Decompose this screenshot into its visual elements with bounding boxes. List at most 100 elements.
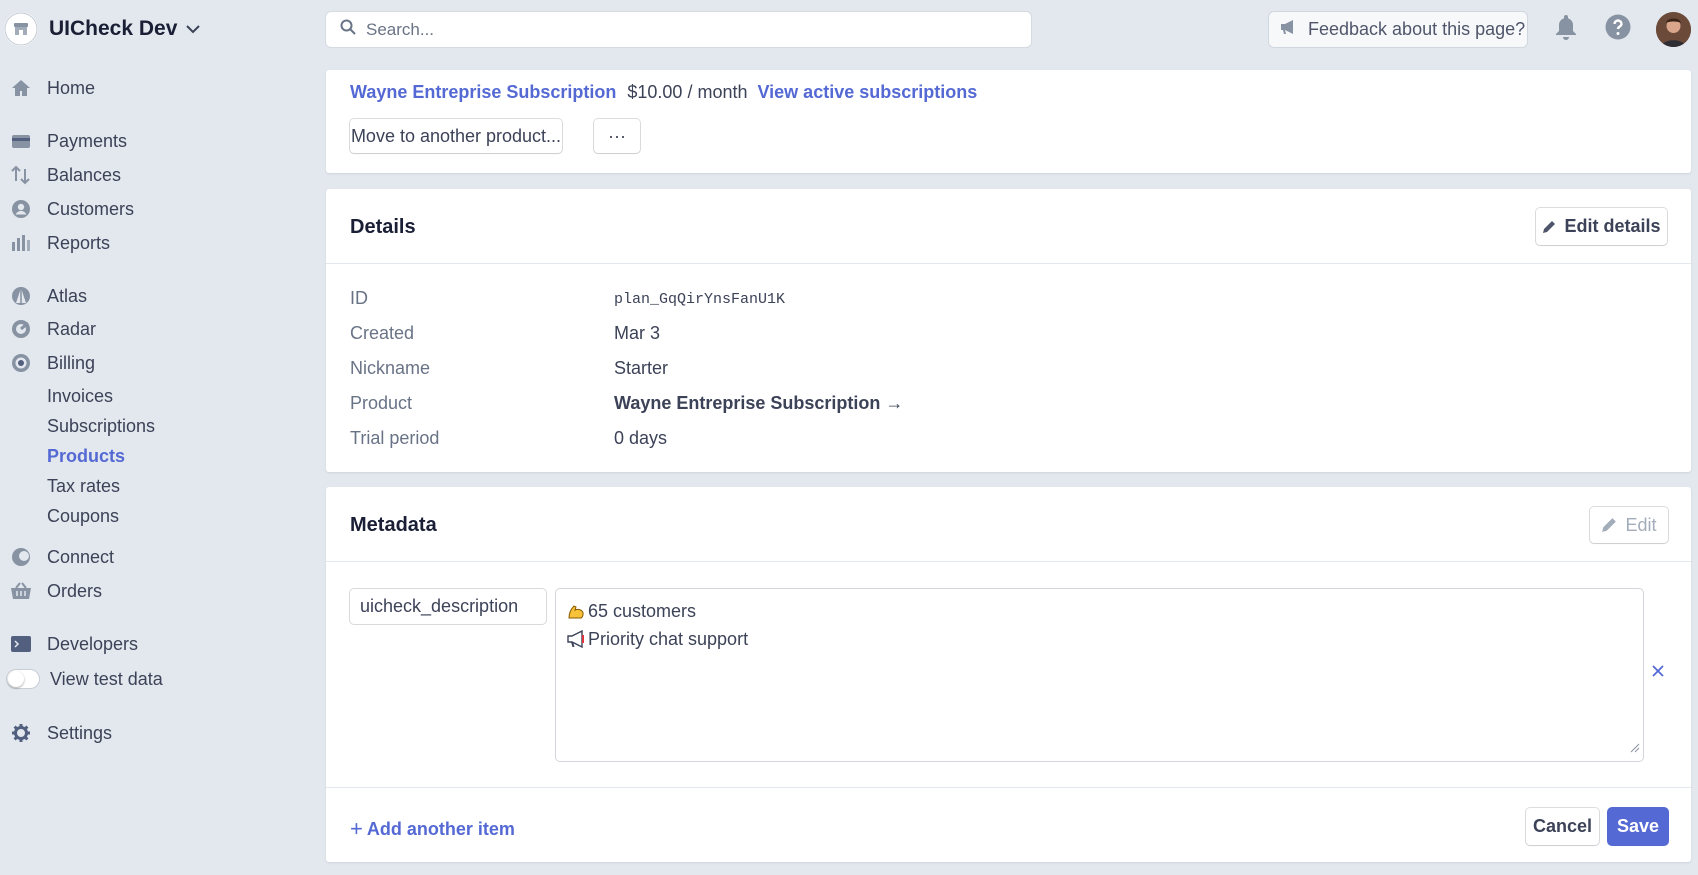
plus-icon: +	[350, 816, 363, 841]
divider	[326, 787, 1691, 788]
sidebar-item-label: Atlas	[47, 285, 88, 306]
detail-label-nickname: Nickname	[350, 358, 431, 378]
sidebar-item-settings[interactable]: Settings	[0, 719, 112, 747]
connect-icon	[9, 547, 33, 567]
sidebar-item-coupons[interactable]: Coupons	[47, 504, 119, 528]
view-active-subscriptions-link[interactable]: View active subscriptions	[757, 82, 977, 103]
avatar[interactable]	[1656, 12, 1691, 47]
price-text: $10.00 / month	[627, 82, 748, 102]
value-line: 65 customers	[566, 597, 1633, 625]
home-icon	[9, 79, 33, 97]
sidebar-item-customers[interactable]: Customers	[0, 195, 134, 223]
metadata-card: Metadata Edit uicheck_description 65 cus…	[326, 487, 1691, 862]
remove-item-icon[interactable]	[1651, 664, 1665, 683]
search-input[interactable]	[366, 19, 1006, 40]
sidebar-item-billing[interactable]: Billing	[0, 349, 95, 377]
sidebar-item-label: View test data	[50, 668, 163, 689]
details-title: Details	[350, 216, 416, 238]
chevron-down-icon	[186, 24, 201, 34]
sidebar-item-label: Balances	[47, 164, 122, 185]
sidebar-item-label: Developers	[47, 633, 139, 654]
save-button[interactable]: Save	[1608, 808, 1668, 845]
sidebar-item-invoices[interactable]: Invoices	[47, 384, 113, 408]
sidebar-item-tax-rates[interactable]: Tax rates	[47, 474, 120, 498]
sidebar-item-label: Radar	[47, 318, 97, 339]
divider	[326, 263, 1691, 264]
notifications-bell-icon[interactable]	[1555, 14, 1577, 45]
sidebar-item-label: Orders	[47, 580, 103, 601]
sidebar-item-label: Settings	[47, 722, 113, 743]
edit-details-label: Edit details	[1564, 216, 1661, 236]
sidebar-item-label: Billing	[47, 352, 96, 373]
subscription-row: Wayne Entreprise Subscription $10.00 / m…	[350, 82, 977, 103]
sidebar-item-products[interactable]: Products	[47, 444, 125, 468]
sidebar-item-balances[interactable]: Balances	[0, 161, 121, 189]
sidebar-item-orders[interactable]: Orders	[0, 577, 102, 605]
value-line-text: 65 customers	[588, 600, 697, 621]
test-data-switch[interactable]	[6, 669, 40, 689]
account-switcher[interactable]: UICheck Dev	[4, 12, 201, 46]
edit-metadata-button: Edit	[1590, 507, 1668, 543]
help-icon[interactable]	[1605, 14, 1631, 45]
move-to-another-product-button[interactable]: Move to another product...	[350, 119, 562, 153]
pencil-icon	[1602, 518, 1617, 532]
subscription-summary-card: Wayne Entreprise Subscription $10.00 / m…	[326, 70, 1691, 173]
toggle-knob	[8, 671, 24, 687]
feedback-label: Feedback about this page?	[1308, 19, 1526, 39]
sidebar-item-label: Payments	[47, 130, 128, 151]
sidebar-item-label: Connect	[47, 546, 115, 567]
sidebar-item-radar[interactable]: Radar	[0, 315, 96, 343]
sidebar-item-home[interactable]: Home	[0, 74, 95, 102]
payments-icon	[9, 133, 33, 149]
sidebar-item-label: Customers	[47, 198, 135, 219]
sidebar-item-subscriptions[interactable]: Subscriptions	[47, 414, 155, 438]
store-icon	[4, 12, 38, 46]
sidebar-item-label: Reports	[47, 232, 111, 253]
radar-icon	[9, 319, 33, 339]
sidebar-item-connect[interactable]: Connect	[0, 543, 114, 571]
metadata-key-input[interactable]: uicheck_description	[350, 589, 546, 624]
sidebar-item-payments[interactable]: Payments	[0, 127, 127, 155]
billing-icon	[9, 353, 33, 373]
add-item-label: Add another item	[366, 818, 515, 839]
more-options-button[interactable]: ···	[594, 119, 640, 153]
account-name: UICheck Dev	[49, 17, 178, 40]
megaphone-icon	[566, 630, 588, 648]
sidebar-item-developers[interactable]: Developers	[0, 630, 138, 658]
add-another-item-button[interactable]: + Add another item	[350, 816, 515, 842]
edit-label: Edit	[1625, 514, 1657, 535]
orders-icon	[9, 582, 33, 600]
reports-icon	[9, 234, 33, 252]
metadata-value-textarea[interactable]: 65 customers Priority chat support	[556, 589, 1643, 761]
resize-handle-icon[interactable]	[1630, 737, 1640, 758]
detail-label-created: Created	[350, 323, 415, 343]
sidebar-item-reports[interactable]: Reports	[0, 229, 110, 257]
megaphone-icon	[1279, 19, 1299, 40]
detail-value-nickname: Starter	[614, 358, 669, 378]
feedback-button[interactable]: Feedback about this page?	[1269, 12, 1527, 47]
product-link[interactable]: Wayne Entreprise Subscription	[350, 82, 616, 103]
detail-value-id: plan_GqQirYnsFanU1K	[614, 291, 786, 308]
pencil-icon	[1543, 220, 1556, 233]
detail-value-created: Mar 3	[614, 323, 661, 343]
cancel-button[interactable]: Cancel	[1526, 808, 1599, 845]
divider	[326, 561, 1691, 562]
gear-icon	[9, 723, 33, 743]
sidebar-item-label: Home	[47, 77, 96, 98]
developers-icon	[9, 636, 33, 652]
sidebar-item-atlas[interactable]: Atlas	[0, 282, 87, 310]
atlas-icon	[9, 286, 33, 306]
search-bar[interactable]	[326, 12, 1031, 47]
detail-label-product: Product	[350, 393, 413, 413]
balances-icon	[9, 165, 33, 185]
flexed-biceps-icon	[566, 601, 588, 621]
detail-value-product-link[interactable]: Wayne Entreprise Subscription →	[614, 393, 903, 414]
detail-value-trial-period: 0 days	[614, 428, 668, 448]
detail-label-id: ID	[350, 288, 368, 308]
sidebar: UICheck Dev Home Payments Balances Custo…	[0, 0, 310, 875]
view-test-data-toggle[interactable]: View test data	[0, 665, 163, 693]
edit-details-button[interactable]: Edit details	[1536, 208, 1667, 245]
details-card: Details Edit details ID plan_GqQirYnsFan…	[326, 189, 1691, 472]
detail-label-trial-period: Trial period	[350, 428, 440, 448]
customers-icon	[9, 199, 33, 219]
